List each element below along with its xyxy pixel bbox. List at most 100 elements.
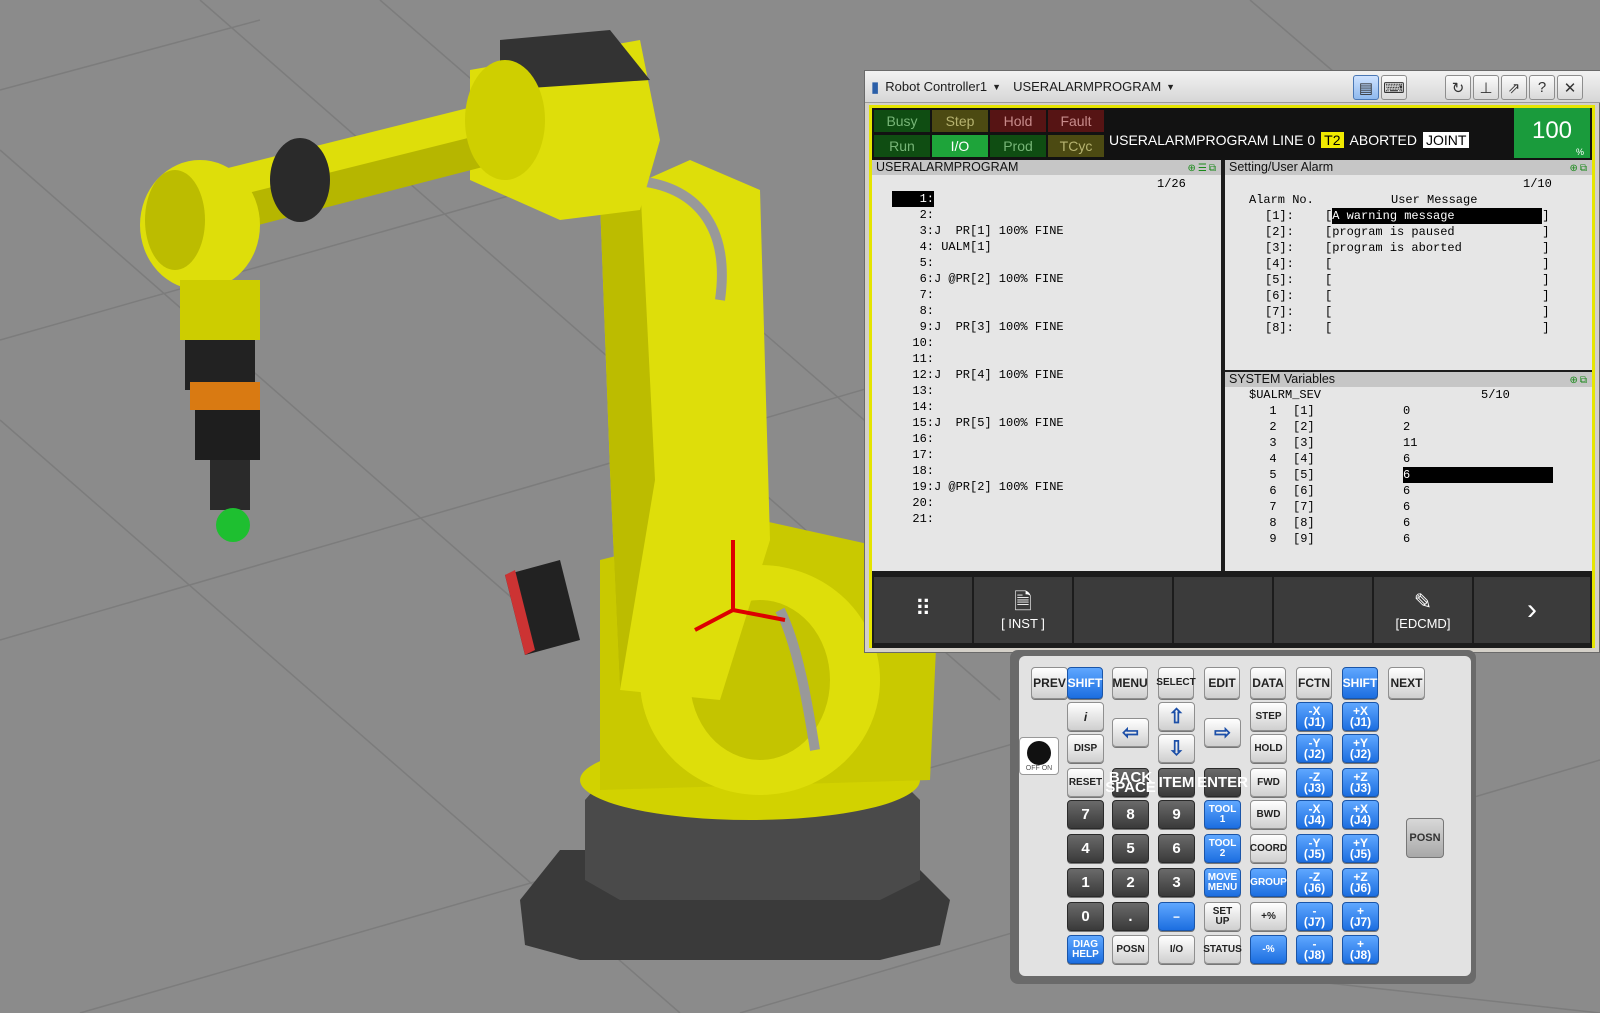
program-line[interactable]: 2: [892,207,1212,223]
keyboard-icon[interactable]: ⌨ [1381,75,1407,100]
posn-key[interactable]: POSN [1112,935,1149,964]
digit-key-2[interactable]: 2 [1112,868,1149,897]
setup-key[interactable]: SET UP [1204,902,1241,931]
program-line[interactable]: 10: [892,335,1212,351]
program-line[interactable]: 16: [892,431,1212,447]
chevron-down-icon[interactable]: ▼ [1166,82,1175,92]
tool2-key[interactable]: TOOL 2 [1204,834,1241,863]
jog-minus-key-8[interactable]: - (J8) [1296,935,1333,964]
alarm-row[interactable]: [6]: [] [1265,288,1585,304]
digit-key-8[interactable]: 8 [1112,800,1149,829]
program-line[interactable]: 13: [892,383,1212,399]
arrow-right-key[interactable]: ⇨ [1204,718,1241,747]
program-line[interactable]: 20: [892,495,1212,511]
program-line[interactable]: 11: [892,351,1212,367]
arrow-up-key[interactable]: ⇧ [1158,702,1195,731]
digit-key-1[interactable]: 1 [1067,868,1104,897]
fctn-key[interactable]: FCTN [1296,667,1332,699]
next-key[interactable]: NEXT [1388,667,1425,699]
move-menu-key[interactable]: MOVE MENU [1204,868,1241,897]
jog-plus-key-3[interactable]: +Z (J3) [1342,768,1379,797]
f3-button[interactable] [1074,577,1172,643]
program-line[interactable]: 1: [892,191,1212,208]
program-line[interactable]: 18: [892,463,1212,479]
minus-comma-key[interactable]: − [1158,902,1195,931]
alarm-row[interactable]: [8]: [] [1265,320,1585,336]
program-line[interactable]: 14: [892,399,1212,415]
jog-minus-key-3[interactable]: -Z (J3) [1296,768,1333,797]
jog-plus-key-2[interactable]: +Y (J2) [1342,734,1379,763]
reset-icon[interactable]: ↻ [1445,75,1471,100]
sysvar-row[interactable]: 6 [6] 6 [1253,483,1583,499]
close-icon[interactable]: ✕ [1557,75,1583,100]
f5-button[interactable] [1274,577,1372,643]
system-variables-pane[interactable]: SYSTEM Variables ⊕⧉ $UALRM_SEV 5/10 1 [1]… [1225,372,1592,571]
program-line[interactable]: 7: [892,287,1212,303]
f2-inst-button[interactable]: 🗎[ INST ] [974,577,1072,643]
program-select[interactable]: USERALARMPROGRAM [1013,79,1161,94]
enter-key[interactable]: ENTER [1197,768,1248,797]
alarm-row[interactable]: [7]: [] [1265,304,1585,320]
program-pane[interactable]: USERALARMPROGRAM ⊕☰⧉ 1/26 1: 2: 3:J PR[1] … [872,160,1221,571]
sysvar-row[interactable]: 1 [1] 0 [1253,403,1583,419]
digit-key-.[interactable]: . [1112,902,1149,931]
jog-plus-key-1[interactable]: +X (J1) [1342,702,1379,731]
prev-key[interactable]: PREV [1031,667,1068,699]
io-key[interactable]: I/O [1158,935,1195,964]
disp-key[interactable]: DISP [1067,734,1104,763]
arrow-left-key[interactable]: ⇦ [1112,718,1149,747]
digit-key-6[interactable]: 6 [1158,834,1195,863]
sysvar-row[interactable]: 2 [2] 2 [1253,419,1583,435]
f4-button[interactable] [1174,577,1272,643]
step-key[interactable]: STEP [1250,702,1287,731]
alarm-row[interactable]: [3]: [program is aborted] [1265,240,1585,256]
override-indicator[interactable]: 100 % [1514,108,1590,158]
program-line[interactable]: 6:J @PR[2] 100% FINE [892,271,1212,287]
jog-minus-key-6[interactable]: -Z (J6) [1296,868,1333,897]
speed-up-key[interactable]: +% [1250,902,1287,931]
pin-icon[interactable]: ⊥ [1473,75,1499,100]
digit-key-3[interactable]: 3 [1158,868,1195,897]
diag-help-key[interactable]: DIAG HELP [1067,935,1104,964]
alarm-row[interactable]: [4]: [] [1265,256,1585,272]
jog-minus-key-2[interactable]: -Y (J2) [1296,734,1333,763]
sysvar-row[interactable]: 5 [5] 6 [1253,467,1583,484]
program-line[interactable]: 8: [892,303,1212,319]
fwd-key[interactable]: FWD [1250,768,1287,797]
next-page-button[interactable]: › [1474,577,1590,643]
teach-pendant-view-icon[interactable]: ▤ [1353,75,1379,100]
help-icon[interactable]: ? [1529,75,1555,100]
program-line[interactable]: 3:J PR[1] 100% FINE [892,223,1212,239]
alarm-row[interactable]: [5]: [] [1265,272,1585,288]
program-line[interactable]: 21: [892,511,1212,527]
hold-key[interactable]: HOLD [1250,734,1287,763]
tool1-key[interactable]: TOOL 1 [1204,800,1241,829]
sysvar-row[interactable]: 8 [8] 6 [1253,515,1583,531]
jog-minus-key-7[interactable]: - (J7) [1296,902,1333,931]
sysvar-row[interactable]: 7 [7] 6 [1253,499,1583,515]
pane-zoom-icon[interactable]: ⊕⧉ [1569,373,1589,388]
shift-left-key[interactable]: SHIFT [1067,667,1103,699]
shift-right-key[interactable]: SHIFT [1342,667,1378,699]
pane-zoom-icon[interactable]: ⊕☰⧉ [1188,161,1218,176]
digit-key-9[interactable]: 9 [1158,800,1195,829]
jog-minus-key-1[interactable]: -X (J1) [1296,702,1333,731]
coord-key[interactable]: COORD [1250,834,1287,863]
f6-edcmd-button[interactable]: ✎ [EDCMD] [1374,577,1472,643]
program-line[interactable]: 15:J PR[5] 100% FINE [892,415,1212,431]
jog-minus-key-4[interactable]: -X (J4) [1296,800,1333,829]
program-line[interactable]: 19:J @PR[2] 100% FINE [892,479,1212,495]
jog-plus-key-7[interactable]: + (J7) [1342,902,1379,931]
select-key[interactable]: SELECT [1156,667,1196,699]
program-line[interactable]: 4: UALM[1] [892,239,1212,255]
sysvar-row[interactable]: 4 [4] 6 [1253,451,1583,467]
digit-key-7[interactable]: 7 [1067,800,1104,829]
bwd-key[interactable]: BWD [1250,800,1287,829]
detach-icon[interactable]: ⇗ [1501,75,1527,100]
digit-key-0[interactable]: 0 [1067,902,1104,931]
program-line[interactable]: 17: [892,447,1212,463]
menu-key[interactable]: MENU [1112,667,1148,699]
jog-plus-key-5[interactable]: +Y (J5) [1342,834,1379,863]
data-key[interactable]: DATA [1250,667,1286,699]
arrow-down-key[interactable]: ⇩ [1158,734,1195,763]
